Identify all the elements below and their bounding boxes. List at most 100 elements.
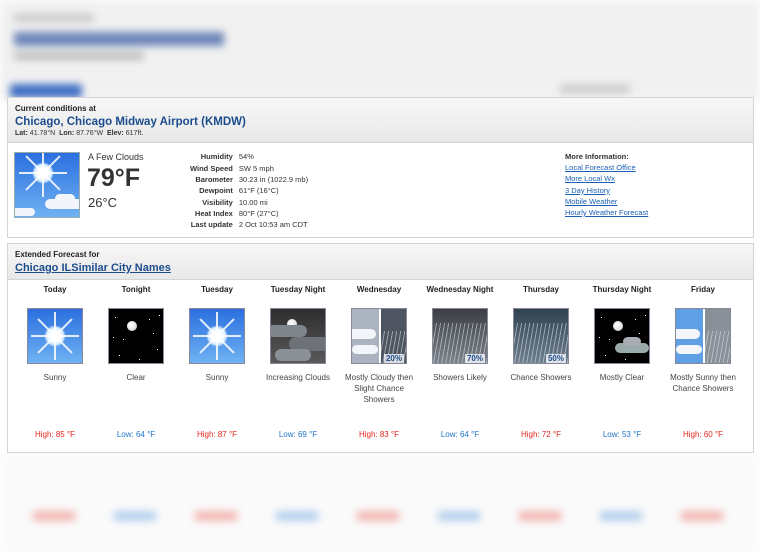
detail-value: 30.23 in (1022.9 mb)	[238, 174, 309, 184]
precip-chance: 50%	[545, 354, 566, 363]
link-hourly-weather-forecast[interactable]: Hourly Weather Forecast	[565, 207, 648, 218]
period-name: Tuesday Night	[270, 285, 326, 294]
forecast-period: Tonight Clear	[96, 280, 176, 418]
forecast-location-link[interactable]: Chicago ILSimilar City Names	[15, 262, 746, 274]
short-description: Mostly Sunny then Chance Showers	[670, 373, 736, 393]
forecast-period: Today Sunny	[15, 280, 95, 418]
detail-key: Last update	[190, 220, 233, 230]
period-name: Tuesday	[201, 285, 233, 294]
forecast-periods: Today Sunny High: 85 °F Tonight Clear Low: 64…	[8, 280, 753, 450]
high-temperature: High: 87 °F	[196, 430, 238, 439]
short-description: Showers Likely	[433, 373, 487, 382]
detail-row: Last update 2 Oct 10:53 am CDT	[188, 219, 310, 230]
blurred-page-footer	[0, 455, 760, 553]
short-description: Mostly Clear	[599, 373, 645, 382]
temperature-f: 79°F	[87, 164, 141, 192]
current-conditions-header: Current conditions at Chicago, Chicago M…	[8, 98, 753, 143]
forecast-period: Friday Mostly Sunny then Chance Showers	[663, 280, 743, 418]
period-name: Wednesday	[356, 285, 402, 294]
period-name: Thursday	[522, 285, 559, 294]
low-temperature: Low: 64 °F	[116, 430, 156, 439]
conditions-details-table: Humidity 54% Wind Speed SW 5 mph Barometer 30…	[188, 151, 310, 231]
detail-key: Dewpoint	[199, 186, 233, 196]
mostly-clear-night-icon	[594, 308, 650, 364]
lon-value: 87.76°W	[76, 130, 104, 137]
current-conditions-label: Current conditions at	[15, 104, 96, 113]
link-more-local-wx[interactable]: More Local Wx	[565, 173, 648, 184]
short-description: Sunny	[205, 373, 229, 382]
temperature-c: 26°C	[88, 195, 118, 210]
link-3-day-history[interactable]: 3 Day History	[565, 185, 648, 196]
link-mobile-weather[interactable]: Mobile Weather	[565, 196, 648, 207]
period-name: Friday	[690, 285, 715, 294]
detail-key: Visibility	[202, 197, 233, 207]
detail-row: Visibility 10.00 mi	[188, 197, 310, 208]
similar-city-names-link[interactable]: Similar City Names	[71, 262, 171, 274]
forecast-location[interactable]: Chicago IL	[15, 262, 71, 274]
extended-forecast-label: Extended Forecast for	[15, 250, 100, 259]
forecast-period: Thursday 50% Chance Showers	[501, 280, 581, 418]
low-temperature: Low: 53 °F	[602, 430, 642, 439]
detail-value: 10.00 mi	[238, 197, 268, 207]
forecast-period: Tuesday Sunny	[177, 280, 257, 418]
sunny-icon	[27, 308, 83, 364]
blurred-page-header	[0, 0, 760, 100]
detail-row: Dewpoint 61°F (16°C)	[188, 185, 310, 196]
sunny-then-showers-icon	[675, 308, 731, 364]
few-clouds-icon	[14, 152, 80, 218]
link-local-forecast-office[interactable]: Local Forecast Office	[565, 162, 648, 173]
detail-value: 80°F (27°C)	[238, 209, 279, 219]
high-temperature: High: 60 °F	[682, 430, 724, 439]
high-temperature: High: 83 °F	[358, 430, 400, 439]
elev-label: Elev:	[107, 130, 124, 137]
lat-value: 41.78°N	[29, 130, 56, 137]
extended-forecast-header: Extended Forecast for Chicago ILSimilar …	[8, 244, 753, 280]
low-temperature: Low: 64 °F	[440, 430, 480, 439]
detail-key: Wind Speed	[190, 163, 233, 173]
period-name: Today	[43, 285, 67, 294]
lon-label: Lon:	[59, 130, 75, 137]
current-conditions-panel: Current conditions at Chicago, Chicago M…	[7, 97, 754, 238]
more-information: More Information: Local Forecast Office …	[565, 151, 648, 218]
showers-icon: 70%	[432, 308, 488, 364]
low-temperature: Low: 69 °F	[278, 430, 318, 439]
extended-forecast-panel: Extended Forecast for Chicago ILSimilar …	[7, 243, 754, 453]
elev-value: 617ft.	[125, 130, 144, 137]
detail-value: 2 Oct 10:53 am CDT	[238, 220, 308, 230]
current-conditions-body: A Few Clouds 79°F 26°C Humidity 54% Wind S…	[8, 143, 753, 240]
short-description: Increasing Clouds	[265, 373, 331, 382]
condition-text: A Few Clouds	[88, 152, 144, 162]
detail-value: SW 5 mph	[238, 163, 274, 173]
detail-key: Humidity	[200, 152, 233, 162]
period-name: Tonight	[121, 285, 151, 294]
detail-row: Humidity 54%	[188, 151, 310, 162]
detail-row: Wind Speed SW 5 mph	[188, 162, 310, 173]
sunny-icon	[189, 308, 245, 364]
forecast-period: Wednesday Night 70% Showers Likely	[420, 280, 500, 418]
high-temperature: High: 72 °F	[520, 430, 562, 439]
station-coordinates: Lat: 41.78°N Lon: 87.76°W Elev: 617ft.	[15, 130, 746, 137]
cloudy-then-showers-icon: 20%	[351, 308, 407, 364]
detail-key: Heat Index	[194, 209, 233, 219]
detail-row: Barometer 30.23 in (1022.9 mb)	[188, 174, 310, 185]
period-name: Thursday Night	[592, 285, 652, 294]
high-temperature: High: 85 °F	[34, 430, 76, 439]
detail-value: 54%	[238, 152, 254, 162]
more-information-title: More Information:	[565, 152, 629, 161]
short-description: Sunny	[43, 373, 67, 382]
precip-chance: 70%	[464, 354, 485, 363]
short-description: Clear	[126, 373, 146, 382]
chance-showers-icon: 50%	[513, 308, 569, 364]
short-description: Mostly Cloudy then Slight Chance Showers	[344, 373, 414, 404]
lat-label: Lat:	[15, 130, 28, 137]
detail-value: 61°F (16°C)	[238, 186, 279, 196]
forecast-period: Tuesday Night Increasing Clouds	[258, 280, 338, 418]
forecast-period: Wednesday 20% Mostly Cloudy then Slight Ch…	[339, 280, 419, 418]
increasing-clouds-night-icon	[270, 308, 326, 364]
clear-night-icon	[108, 308, 164, 364]
short-description: Chance Showers	[510, 373, 572, 382]
forecast-period: Thursday Night Mostly Clear	[582, 280, 662, 418]
station-name: Chicago, Chicago Midway Airport (KMDW)	[15, 116, 246, 128]
detail-row: Heat Index 80°F (27°C)	[188, 208, 310, 219]
detail-key: Barometer	[195, 174, 233, 184]
